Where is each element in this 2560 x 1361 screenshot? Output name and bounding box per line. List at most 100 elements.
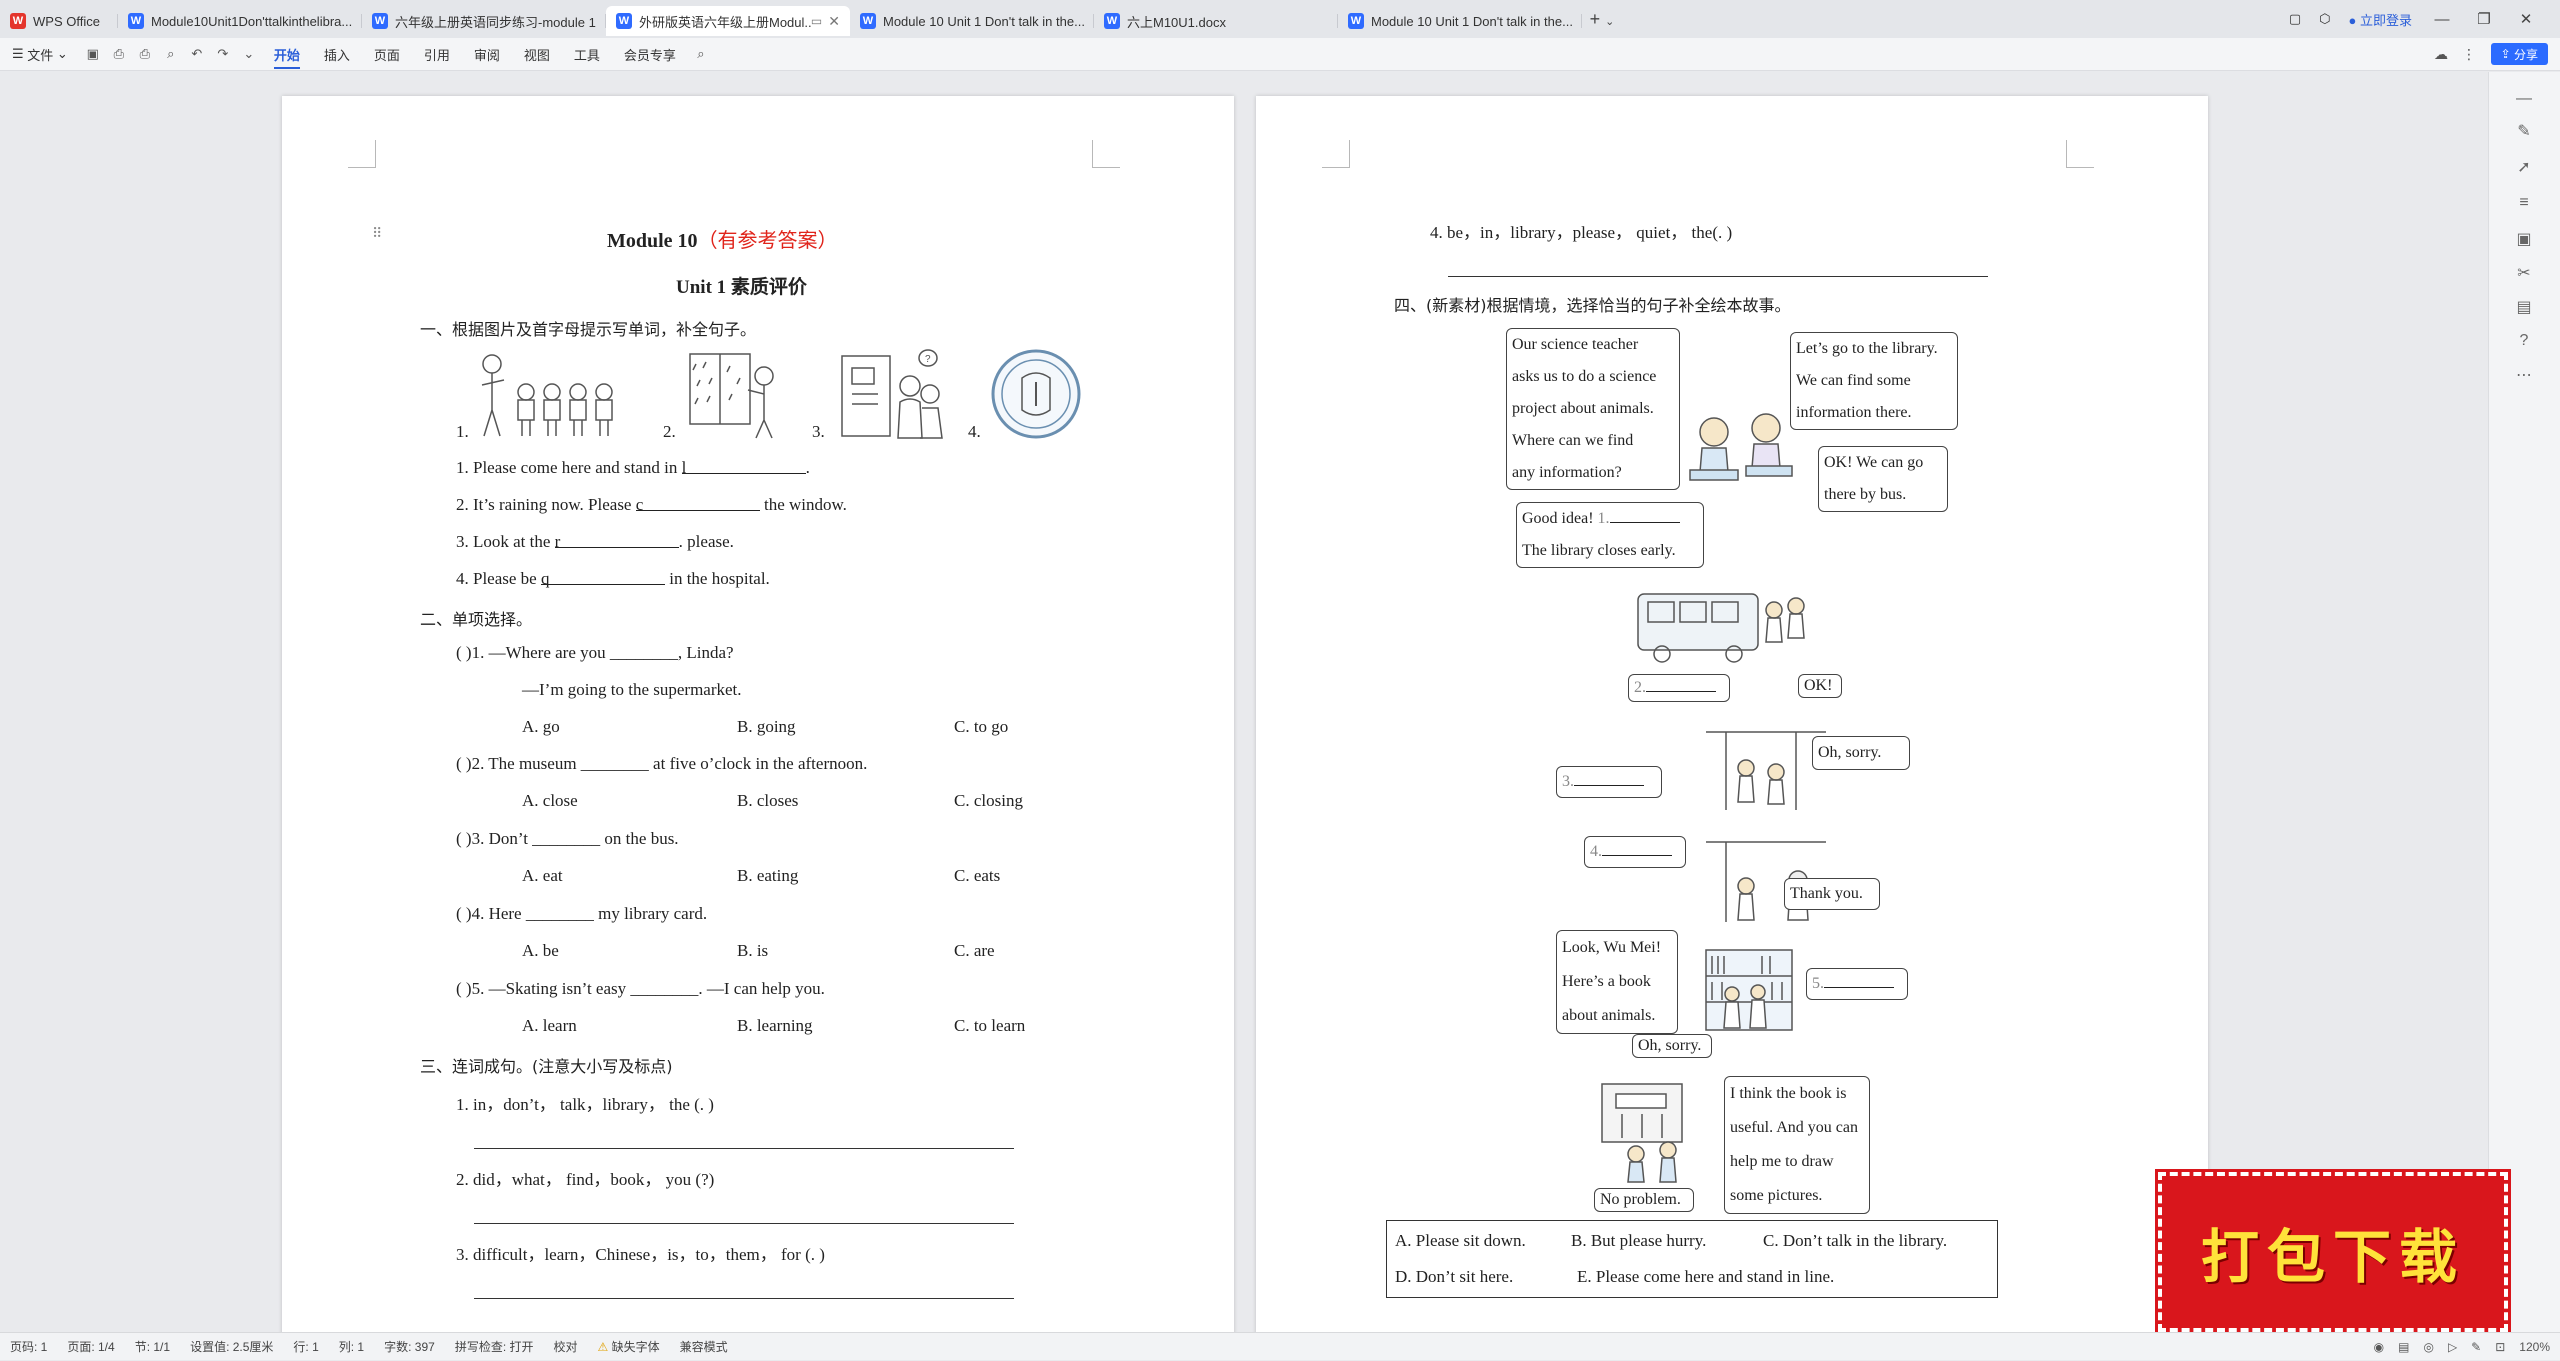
ribbon-tab-reference[interactable]: 引用 xyxy=(412,38,462,71)
redo-icon[interactable]: ↷ xyxy=(210,38,236,71)
ribbon-tab-tools[interactable]: 工具 xyxy=(562,38,612,71)
box-icon[interactable]: ⬡ xyxy=(2319,11,2330,27)
login-link[interactable]: ● 立即登录 xyxy=(2349,10,2413,29)
fit-icon[interactable]: ⊡ xyxy=(2495,1340,2505,1354)
speech-bubble: Good idea! 1. The library closes early. xyxy=(1516,502,1704,568)
pen-icon[interactable]: ✎ xyxy=(2471,1340,2481,1354)
speech-bubble: Thank you. xyxy=(1784,878,1880,910)
answer-line[interactable] xyxy=(1448,276,1988,277)
download-banner[interactable]: 打包下载 xyxy=(2155,1169,2511,1335)
status-page: 页码: 1 xyxy=(10,1340,48,1354)
fill-item-4: 4. Please be q in the hospital. xyxy=(456,569,770,588)
zoom-level[interactable]: 120% xyxy=(2519,1340,2550,1354)
collapse-icon[interactable]: — xyxy=(2511,86,2537,112)
adjust-icon[interactable]: ≡ xyxy=(2511,190,2537,216)
close-window-button[interactable]: ✕ xyxy=(2514,10,2538,28)
eye-icon[interactable]: ◉ xyxy=(2374,1340,2384,1354)
answer-blank[interactable]: l xyxy=(681,458,806,477)
ribbon-tab-insert[interactable]: 插入 xyxy=(312,38,362,71)
restore-button[interactable]: ❐ xyxy=(2472,10,2496,28)
tab-document-4[interactable]: W Module 10 Unit 1 Don't talk in the... xyxy=(850,6,1094,36)
answer-blank-5[interactable] xyxy=(1824,972,1894,988)
new-tab-button[interactable]: + ⌄ xyxy=(1582,9,1622,30)
book-icon[interactable]: ▤ xyxy=(2511,294,2537,320)
picture-bookshelf xyxy=(1702,946,1798,1041)
answer-bubble-5: 5. xyxy=(1806,968,1908,1000)
status-setting[interactable]: 设置值: 2.5厘米 xyxy=(180,1338,283,1355)
share-button[interactable]: ⇪ 分享 xyxy=(2490,43,2548,65)
answer-blank[interactable]: q xyxy=(540,569,665,588)
layout-icon[interactable]: ▢ xyxy=(2289,11,2301,27)
print-icon[interactable]: ⎙ xyxy=(132,38,158,71)
answer-blank-1[interactable] xyxy=(1609,507,1680,523)
answer-line[interactable] xyxy=(474,1223,1014,1224)
ribbon-menu: ☰ 文件 ⌄ ▣ ⎙ ⎙ ⌕ ↶ ↷ ⌄ 开始 插入 页面 引用 审阅 视图 工… xyxy=(0,38,2560,71)
status-words[interactable]: 字数: 397 xyxy=(374,1338,445,1355)
ribbon-tab-view[interactable]: 视图 xyxy=(512,38,562,71)
close-tab-icon[interactable]: ✕ xyxy=(828,13,840,30)
picture-library-building xyxy=(1596,1076,1716,1191)
answer-line[interactable] xyxy=(474,1298,1014,1299)
speech-bubble: I think the book is useful. And you can … xyxy=(1724,1076,1870,1214)
picture-quiet-sign xyxy=(990,348,1082,445)
answer-blank-2[interactable] xyxy=(1646,676,1716,692)
option: D. Don’t sit here. xyxy=(1395,1267,1514,1286)
tab-document-5[interactable]: W 六上M10U1.docx xyxy=(1094,6,1338,36)
answer-blank[interactable]: c xyxy=(635,495,760,514)
mcq-3-stem: ( )3. Don’t ________ on the bus. xyxy=(456,829,679,848)
more-icon[interactable]: ⌄ xyxy=(236,38,262,71)
speech-bubble: OK! We can go there by bus. xyxy=(1818,446,1948,512)
tab-wps-office[interactable]: W WPS Office xyxy=(0,6,118,36)
picture-two-kids xyxy=(1684,406,1796,491)
ribbon-tab-review[interactable]: 审阅 xyxy=(462,38,512,71)
status-proof[interactable]: 校对 xyxy=(543,1338,587,1355)
drag-handle-icon[interactable]: ⠿ xyxy=(372,226,382,243)
tools-icon[interactable]: ✂ xyxy=(2511,260,2537,286)
tab-document-2[interactable]: W 六年级上册英语同步练习-module 10... xyxy=(362,6,606,36)
picture-window-rain xyxy=(686,350,786,445)
play-icon[interactable]: ▷ xyxy=(2448,1340,2457,1354)
more-options-icon[interactable]: ⋮ xyxy=(2462,46,2476,63)
help-icon[interactable]: ? xyxy=(2511,328,2537,354)
word-icon: W xyxy=(128,13,144,29)
ribbon-tab-member[interactable]: 会员专享 xyxy=(612,38,688,71)
answer-blank-3[interactable] xyxy=(1574,770,1644,786)
pen-icon[interactable]: ✎ xyxy=(2511,118,2537,144)
reorder-item-3: 3. difficult，learn，Chinese，is，to，them， f… xyxy=(456,1245,825,1264)
select-icon[interactable]: ➚ xyxy=(2511,154,2537,180)
option: E. Please come here and stand in line. xyxy=(1577,1267,1835,1286)
warning-icon: ⚠ xyxy=(597,1340,609,1354)
status-spellcheck[interactable]: 拼写检查: 打开 xyxy=(445,1338,544,1355)
status-missing-font[interactable]: ⚠ 缺失字体 xyxy=(588,1338,670,1355)
minimize-button[interactable]: — xyxy=(2430,11,2454,28)
export-icon[interactable]: ⎙ xyxy=(106,38,132,71)
tab-document-active[interactable]: W 外研版英语六年级上册Modul... ▭ ✕ xyxy=(606,6,850,36)
file-menu[interactable]: ☰ 文件 ⌄ xyxy=(0,38,80,71)
fill-item-2: 2. It’s raining now. Please c the window… xyxy=(456,495,847,514)
status-section: 节: 1/1 xyxy=(134,1340,171,1354)
cloud-icon[interactable]: ☁ xyxy=(2434,46,2448,63)
save-icon[interactable]: ▣ xyxy=(80,38,106,71)
answer-line[interactable] xyxy=(474,1148,1014,1149)
preview-icon[interactable]: ⌕ xyxy=(158,38,184,71)
picture-number: 4. xyxy=(968,422,981,441)
answer-blank-4[interactable] xyxy=(1602,840,1672,856)
answer-blank[interactable]: r xyxy=(554,532,679,551)
option: B. learning xyxy=(737,1016,813,1035)
page-view-icon[interactable]: ▤ xyxy=(2398,1340,2409,1354)
tab-document-6[interactable]: W Module 10 Unit 1 Don't talk in the... xyxy=(1338,6,1582,36)
more-icon[interactable]: ⋯ xyxy=(2511,362,2537,388)
reorder-item-2: 2. did，what， find，book， you (?) xyxy=(456,1170,715,1189)
share-icon: ⇪ xyxy=(2500,47,2511,61)
web-view-icon[interactable]: ◎ xyxy=(2423,1340,2433,1354)
status-compat: 兼容模式 xyxy=(679,1340,728,1354)
undo-icon[interactable]: ↶ xyxy=(184,38,210,71)
tab-document-1[interactable]: W Module10Unit1Don'ttalkinthelibra... xyxy=(118,6,362,36)
option: A. close xyxy=(522,791,578,810)
ribbon-tab-page[interactable]: 页面 xyxy=(362,38,412,71)
chevron-down-icon: ⌄ xyxy=(1605,15,1615,28)
image-icon[interactable]: ▣ xyxy=(2511,226,2537,252)
search-icon[interactable]: ⌕ xyxy=(688,38,714,71)
ribbon-tab-home[interactable]: 开始 xyxy=(262,38,312,71)
mcq-2-stem: ( )2. The museum ________ at five o’cloc… xyxy=(456,754,868,773)
